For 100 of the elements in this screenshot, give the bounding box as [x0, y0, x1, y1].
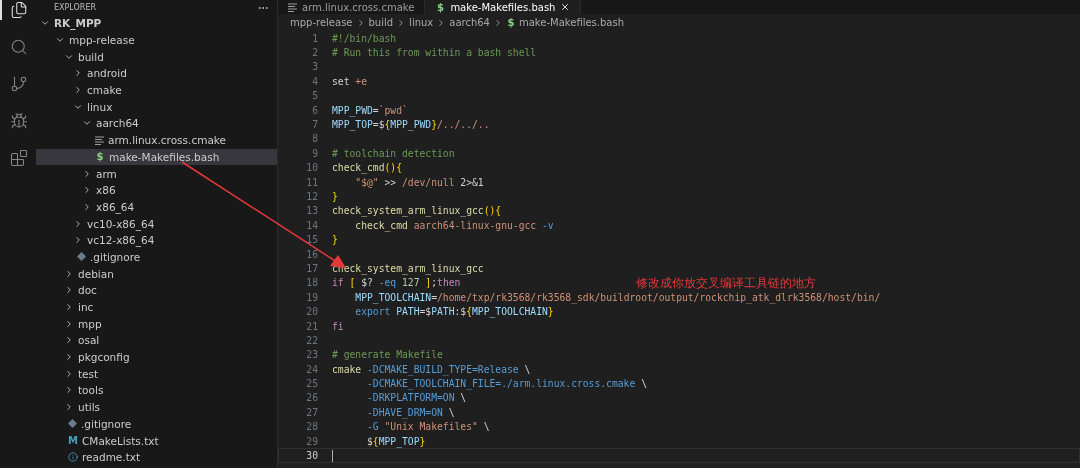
code-line: set +e: [332, 75, 367, 87]
folder-item[interactable]: test: [36, 365, 277, 383]
folder-item[interactable]: arm: [36, 165, 277, 182]
line-number: 1: [311, 32, 318, 44]
code-line: -G "Unix Makefiles" \: [366, 421, 490, 433]
code-line: fi: [332, 320, 344, 332]
line-number: 11: [305, 176, 318, 188]
line-number: 21: [305, 320, 318, 332]
line-number: 6: [311, 104, 318, 116]
code-line: # generate Makefile: [332, 349, 443, 361]
folder-item[interactable]: aarch64: [36, 115, 277, 132]
line-number: 18: [305, 277, 318, 289]
code-line: # toolchain detection: [332, 147, 455, 159]
file-item[interactable]: .gitignore: [36, 248, 277, 266]
diamond-icon: [68, 419, 77, 429]
folder-item[interactable]: linux: [36, 98, 277, 116]
chevron-right-icon: [73, 218, 83, 229]
line-number: 30: [305, 450, 318, 461]
dollar-icon: $: [95, 151, 105, 163]
breadcrumb-item[interactable]: linux: [409, 17, 434, 28]
dollar-icon: $: [506, 17, 516, 28]
line-number: 4: [311, 75, 318, 87]
line-number: 29: [305, 435, 318, 447]
folder-item[interactable]: mpp: [36, 315, 277, 333]
search-icon: [10, 38, 28, 56]
chevron-right-icon: [82, 201, 92, 212]
code-line: if [ $? -eq 127 ];then: [332, 277, 461, 289]
folder-item[interactable]: tools: [36, 382, 277, 399]
code-line: cmake -DCMAKE_BUILD_TYPE=Release \: [332, 363, 531, 375]
chevron-right-icon: [64, 368, 74, 379]
chevron-right-icon: [64, 318, 74, 329]
folder-item[interactable]: x86_64: [36, 198, 277, 216]
line-number: 2: [311, 47, 318, 59]
file-item[interactable]: M CMakeLists.txt: [36, 432, 277, 449]
annotation-text: 修改成你放交叉编译工具链的地方: [636, 275, 816, 292]
code-line: check_system_arm_linux_gcc: [332, 262, 484, 274]
folder-item[interactable]: osal: [36, 332, 277, 349]
line-number: 25: [305, 378, 318, 390]
line-number: 13: [305, 205, 318, 217]
folder-item[interactable]: utils: [36, 398, 277, 416]
folder-item[interactable]: RK_MPP: [36, 15, 277, 32]
file-item[interactable]: .gitignore: [36, 415, 277, 433]
breadcrumb-item[interactable]: make-Makefiles.bash: [519, 17, 625, 28]
chevron-right-icon: [73, 68, 83, 79]
info-icon: [68, 452, 78, 463]
code-line: }: [332, 234, 338, 246]
code-line: check_cmd(){: [332, 162, 402, 174]
code-line: export PATH=$PATH:${MPP_TOOLCHAIN}: [354, 306, 554, 318]
line-number: 23: [305, 349, 318, 361]
line-number: 8: [311, 133, 318, 145]
chevron-right-icon: [493, 17, 503, 28]
line-number: 7: [311, 119, 318, 131]
line-number: 5: [311, 90, 318, 102]
folder-item[interactable]: doc: [36, 282, 277, 299]
blocks-icon: [10, 149, 28, 167]
code-line: MPP_PWD=`pwd`: [332, 104, 408, 116]
chevron-right-icon: [64, 402, 74, 413]
folder-item[interactable]: debian: [36, 265, 277, 282]
chevron-right-icon: [73, 235, 83, 246]
code-line: -DHAVE_DRM=ON \: [366, 406, 455, 418]
folder-item[interactable]: vc10-x86_64: [36, 215, 277, 232]
folder-item[interactable]: cmake: [36, 81, 277, 99]
code-line: MPP_TOOLCHAIN=/home/txp/rk3568/rk3568_sdk/buildroot/output/rockchip_atk_dlrk3568/host/bin/: [354, 291, 881, 303]
folder-item[interactable]: build: [36, 48, 277, 66]
line-number: 20: [305, 306, 318, 318]
line-number: 17: [305, 262, 318, 274]
code-line: "$@" >> /dev/null 2>&1: [354, 176, 484, 188]
file-item[interactable]: readme.txt: [36, 448, 277, 466]
folder-item[interactable]: mpp-release: [36, 31, 277, 49]
line-number: 3: [311, 61, 318, 73]
line-number: 24: [305, 363, 318, 375]
folder-item[interactable]: pkgconfig: [36, 348, 277, 366]
folder-item[interactable]: vc12-x86_64: [36, 231, 277, 249]
chevron-right-icon: [64, 285, 74, 296]
folder-item[interactable]: x86: [36, 181, 277, 199]
file-item[interactable]: $ make-Makefiles.bash: [36, 148, 277, 166]
folder-item[interactable]: android: [36, 65, 277, 82]
files-icon: [10, 1, 28, 19]
explorer-title: EXPLORER: [54, 3, 96, 12]
lines-icon: [95, 135, 104, 145]
code-line: -DCMAKE_TOOLCHAIN_FILE=./arm.linux.cross.cmake \: [366, 378, 647, 390]
line-number: 14: [305, 219, 318, 231]
chevron-right-icon: [64, 352, 74, 363]
close-icon[interactable]: [560, 2, 571, 12]
breadcrumb-item[interactable]: build: [368, 17, 394, 28]
breadcrumb-item[interactable]: mpp-release: [290, 17, 353, 28]
code-line: }: [332, 191, 338, 202]
line-number: 22: [305, 334, 318, 346]
folder-item[interactable]: inc: [36, 298, 277, 316]
dollar-icon: $: [435, 1, 446, 13]
chevron-right-icon: [82, 168, 92, 179]
line-number: 9: [311, 147, 318, 159]
branch-icon: [10, 75, 28, 93]
file-item[interactable]: arm.linux.cross.cmake: [36, 131, 277, 149]
m-letter-icon: M: [68, 435, 78, 447]
line-number: 26: [305, 392, 318, 404]
line-number: 28: [305, 421, 318, 433]
breadcrumb-item[interactable]: aarch64: [449, 17, 490, 28]
chevron-right-icon: [64, 385, 74, 396]
editor-tab[interactable]: $ make-Makefiles.bash: [425, 0, 582, 14]
